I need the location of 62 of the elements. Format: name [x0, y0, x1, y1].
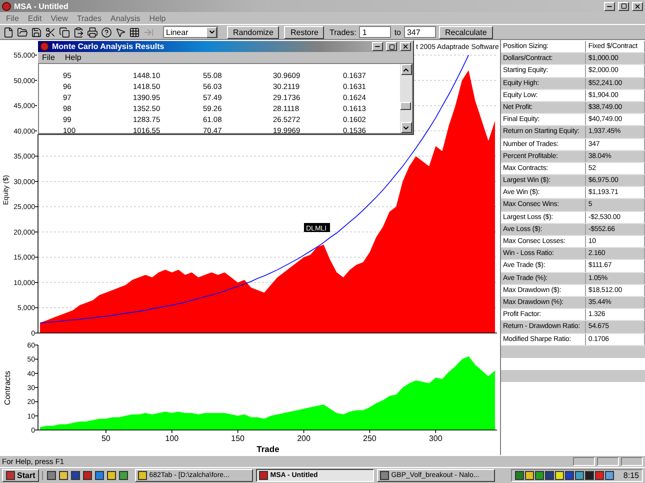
app-icon: [380, 471, 390, 480]
status-pane: [573, 457, 595, 466]
scissors-icon[interactable]: [45, 26, 56, 38]
scroll-down-icon: [402, 124, 410, 132]
menu-item[interactable]: File: [6, 14, 19, 22]
from-field[interactable]: 1: [359, 26, 392, 38]
maximize-icon: [388, 44, 394, 50]
minimize-icon: [374, 43, 381, 50]
copy-icon[interactable]: [59, 26, 70, 38]
menu-item[interactable]: Help: [64, 53, 82, 62]
axis-label: Trade: [256, 444, 280, 454]
toolbar-button[interactable]: Restore: [284, 26, 324, 38]
scroll-thumb[interactable]: [400, 102, 411, 110]
start-button[interactable]: Start: [2, 469, 40, 482]
status-pane: [597, 457, 619, 466]
to-label: to: [394, 28, 401, 36]
tick-label: 250: [363, 434, 376, 443]
axis-label: Contracts: [3, 370, 12, 406]
maximize-icon: [620, 3, 626, 9]
scroll-up-icon: [402, 66, 410, 74]
minimize-button[interactable]: [372, 42, 383, 51]
app-icon: [40, 42, 49, 51]
menu-item[interactable]: Analysis: [110, 14, 140, 22]
app-icon: [259, 471, 268, 480]
toolbar-button[interactable]: Randomize: [227, 26, 280, 38]
tick-label: 300: [428, 434, 442, 443]
new-file-icon[interactable]: [3, 26, 14, 38]
folder-icon[interactable]: [17, 26, 28, 38]
tick-label: 100: [165, 434, 179, 443]
close-icon: [402, 43, 409, 50]
tick-label: 150: [231, 434, 244, 443]
status-pane: [621, 457, 643, 466]
to-field[interactable]: 347: [404, 26, 436, 38]
scrollbar[interactable]: [400, 64, 412, 133]
maximize-button[interactable]: [618, 2, 629, 10]
printer-icon[interactable]: [87, 26, 98, 38]
window-title: Monte Carlo Analysis Results: [52, 42, 166, 51]
menu-item[interactable]: Help: [149, 14, 166, 22]
recalculate-button[interactable]: Recalculate: [438, 26, 493, 38]
help-icon[interactable]: [101, 26, 112, 38]
app-icon: [138, 471, 148, 480]
pointer-icon[interactable]: [115, 26, 126, 38]
scale-dropdown[interactable]: Linear: [163, 26, 218, 38]
clock: 8:15: [623, 471, 639, 480]
clipboard-icon[interactable]: [73, 26, 84, 38]
save-icon[interactable]: [31, 26, 42, 38]
tick-label: 50: [102, 434, 110, 443]
close-icon: [634, 2, 641, 10]
maximize-button[interactable]: [386, 42, 397, 51]
app-icon: [2, 2, 11, 10]
grid-icon[interactable]: [129, 26, 140, 38]
minimize-button[interactable]: [604, 2, 615, 10]
menu-item[interactable]: Edit: [28, 14, 42, 22]
close-button[interactable]: [632, 2, 643, 10]
tick-label: 200: [297, 434, 310, 443]
menu-item[interactable]: File: [42, 53, 55, 62]
trades-label: Trades:: [329, 28, 356, 36]
menu-item[interactable]: View: [50, 14, 68, 22]
menu-item[interactable]: Trades: [76, 14, 102, 22]
close-button[interactable]: [400, 42, 411, 51]
window-title: MSA - Untitled: [14, 2, 70, 10]
caret-icon: [208, 28, 216, 36]
